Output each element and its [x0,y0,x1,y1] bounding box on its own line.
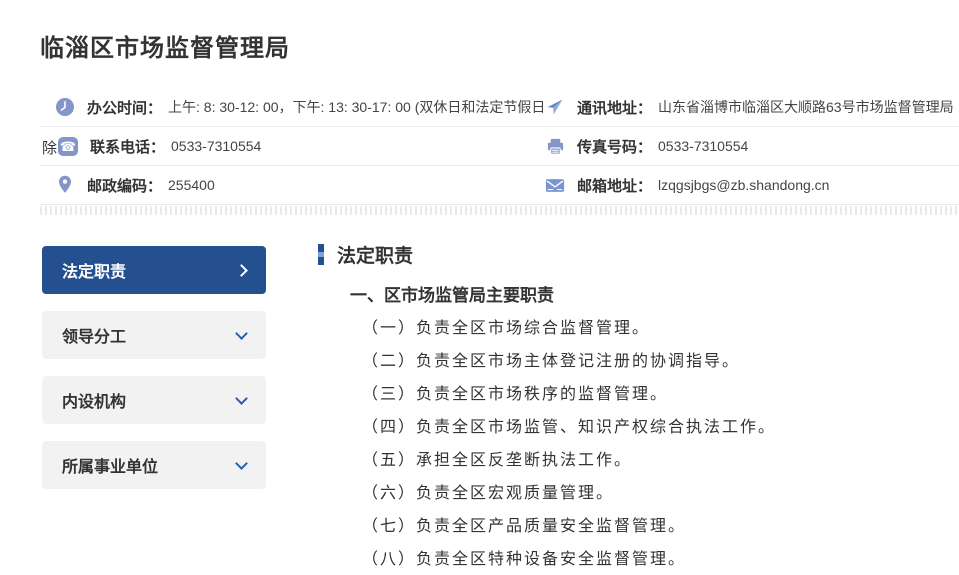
office-hours-cell: 办公时间： 上午: 8: 30-12: 00，下午: 13: 30-17: 00… [40,88,545,126]
contact-row: 邮政编码： 255400 邮箱地址： lzqgsjbgs@zb.shandong… [40,166,959,205]
envelope-icon [545,175,565,195]
phone-cell: 除 ☎ 联系电话： 0533-7310554 [40,127,545,165]
phone-icon: ☎ [58,136,78,156]
duty-item: （五）承担全区反垄断执法工作。 [362,451,928,471]
postal-code-value: 255400 [168,177,215,193]
duty-item: （八）负责全区特种设备安全监督管理。 [362,550,928,570]
sidebar-item-label: 所属事业单位 [62,453,158,477]
heading-accent-bar [318,244,324,265]
paper-plane-icon [545,97,565,117]
chevron-down-icon [235,392,248,405]
address-label: 通讯地址： [577,97,652,118]
fax-value: 0533-7310554 [658,138,748,154]
sidebar-item-internal-departments[interactable]: 内设机构 [42,376,266,424]
postal-code-cell: 邮政编码： 255400 [40,166,545,204]
office-hours-overflow-text: 除 [42,137,57,158]
sidebar-nav: 法定职责 领导分工 内设机构 所属事业单位 [42,246,266,506]
section-heading: 法定职责 [337,241,413,268]
duty-list: （一）负责全区市场综合监督管理。 （二）负责全区市场主体登记注册的协调指导。 （… [362,319,928,570]
sidebar-item-label: 领导分工 [62,323,126,347]
section-heading-row: 法定职责 [318,241,928,268]
duty-item: （四）负责全区市场监管、知识产权综合执法工作。 [362,418,928,438]
phone-value: 0533-7310554 [171,138,261,154]
page-title: 临淄区市场监督管理局 [40,28,290,63]
fax-cell: 传真号码： 0533-7310554 [545,127,959,165]
chevron-down-icon [235,457,248,470]
contact-row: 办公时间： 上午: 8: 30-12: 00，下午: 13: 30-17: 00… [40,88,959,127]
printer-icon [545,136,565,156]
duty-item: （二）负责全区市场主体登记注册的协调指导。 [362,352,928,372]
email-cell: 邮箱地址： lzqgsjbgs@zb.shandong.cn [545,166,959,204]
sidebar-item-affiliated-institutions[interactable]: 所属事业单位 [42,441,266,489]
sidebar-item-legal-duties[interactable]: 法定职责 [42,246,266,294]
contact-info-section: 办公时间： 上午: 8: 30-12: 00，下午: 13: 30-17: 00… [40,88,959,205]
email-value: lzqgsjbgs@zb.shandong.cn [658,177,829,193]
sidebar-item-label: 内设机构 [62,388,126,412]
clock-icon [55,97,75,117]
office-hours-label: 办公时间： [87,97,162,118]
sidebar-item-label: 法定职责 [62,258,126,282]
striped-divider [40,206,959,215]
address-cell: 通讯地址： 山东省淄博市临淄区大顺路63号市场监督管理局 [545,88,959,126]
postal-code-label: 邮政编码： [87,175,162,196]
duty-item: （三）负责全区市场秩序的监督管理。 [362,385,928,405]
main-content: 法定职责 一、区市场监管局主要职责 （一）负责全区市场综合监督管理。 （二）负责… [318,241,928,570]
address-value: 山东省淄博市临淄区大顺路63号市场监督管理局 [658,97,954,117]
duty-item: （六）负责全区宏观质量管理。 [362,484,928,504]
chevron-down-icon [235,327,248,340]
duty-item: （一）负责全区市场综合监督管理。 [362,319,928,339]
duty-item: （七）负责全区产品质量安全监督管理。 [362,517,928,537]
chevron-right-icon [235,264,248,277]
contact-row: 除 ☎ 联系电话： 0533-7310554 传真号码： 0533-731055… [40,127,959,166]
fax-label: 传真号码： [577,136,652,157]
office-hours-value: 上午: 8: 30-12: 00，下午: 13: 30-17: 00 (双休日和… [168,97,545,117]
phone-label: 联系电话： [90,136,165,157]
email-label: 邮箱地址： [577,175,652,196]
section-subheading: 一、区市场监管局主要职责 [350,281,928,306]
map-pin-icon [55,175,75,195]
sidebar-item-leadership-division[interactable]: 领导分工 [42,311,266,359]
